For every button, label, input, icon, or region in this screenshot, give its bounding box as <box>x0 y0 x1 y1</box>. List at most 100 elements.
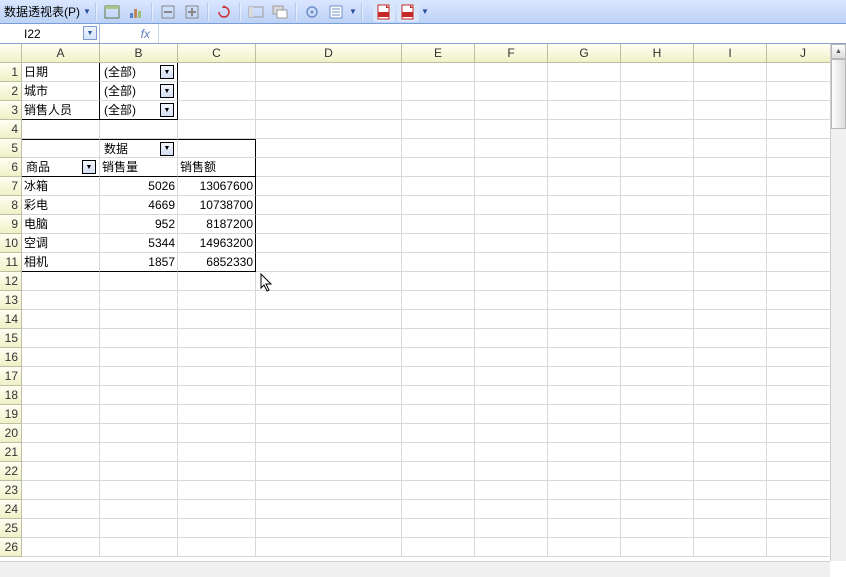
cell[interactable] <box>475 424 548 443</box>
cell[interactable] <box>475 234 548 253</box>
toolbar-overflow-1[interactable]: ▼ <box>348 2 358 22</box>
cell[interactable] <box>100 291 178 310</box>
export-pdf-icon[interactable] <box>373 2 395 22</box>
cell[interactable] <box>178 272 256 291</box>
cell[interactable] <box>178 386 256 405</box>
cell[interactable] <box>694 367 767 386</box>
cell[interactable] <box>256 120 402 139</box>
cell[interactable] <box>548 481 621 500</box>
cell[interactable] <box>475 291 548 310</box>
formula-input[interactable] <box>158 24 846 43</box>
col-header[interactable]: H <box>621 44 694 63</box>
cell[interactable] <box>402 120 475 139</box>
cell[interactable] <box>475 405 548 424</box>
col-header[interactable]: D <box>256 44 402 63</box>
cell[interactable] <box>694 348 767 367</box>
cell[interactable] <box>178 82 256 101</box>
cell[interactable] <box>694 82 767 101</box>
cell[interactable] <box>694 272 767 291</box>
cell[interactable] <box>548 253 621 272</box>
cell[interactable] <box>22 120 100 139</box>
cell[interactable] <box>402 386 475 405</box>
cell[interactable] <box>100 120 178 139</box>
cell[interactable] <box>621 481 694 500</box>
hide-detail-icon[interactable] <box>157 2 179 22</box>
cell[interactable] <box>548 538 621 557</box>
cell[interactable] <box>621 348 694 367</box>
cell[interactable] <box>256 538 402 557</box>
cell[interactable] <box>621 215 694 234</box>
cell[interactable] <box>22 405 100 424</box>
cell[interactable] <box>694 310 767 329</box>
cell[interactable] <box>621 272 694 291</box>
chart-wizard-icon[interactable] <box>125 2 147 22</box>
pivot-field-button[interactable]: 商品▼ <box>24 158 97 176</box>
cell[interactable] <box>548 215 621 234</box>
cell[interactable] <box>475 519 548 538</box>
cell[interactable]: 数据▼ <box>100 139 178 158</box>
cell[interactable]: 1857 <box>100 253 178 272</box>
cell[interactable] <box>475 443 548 462</box>
cell[interactable] <box>548 120 621 139</box>
pivot-field-button[interactable]: (全部)▼ <box>102 101 175 119</box>
cell[interactable] <box>100 367 178 386</box>
refresh-icon[interactable] <box>213 2 235 22</box>
dropdown-arrow-icon[interactable]: ▼ <box>160 103 174 117</box>
cell[interactable] <box>621 82 694 101</box>
cell[interactable] <box>256 139 402 158</box>
cell[interactable]: 4669 <box>100 196 178 215</box>
row-header[interactable]: 5 <box>0 139 22 158</box>
row-header[interactable]: 3 <box>0 101 22 120</box>
cell[interactable]: 冰箱 <box>22 177 100 196</box>
cell[interactable] <box>256 367 402 386</box>
cell[interactable] <box>256 158 402 177</box>
cell[interactable] <box>548 272 621 291</box>
cell[interactable] <box>694 120 767 139</box>
cell[interactable] <box>22 500 100 519</box>
cell[interactable] <box>100 538 178 557</box>
cell[interactable] <box>694 253 767 272</box>
cell[interactable] <box>402 348 475 367</box>
cell[interactable] <box>256 291 402 310</box>
cell[interactable]: (全部)▼ <box>100 82 178 101</box>
worksheet-grid[interactable]: A B C D E F G H I J 1日期(全部)▼2城市(全部)▼3销售人… <box>0 44 846 557</box>
cell[interactable] <box>22 139 100 158</box>
cell[interactable] <box>256 82 402 101</box>
cell[interactable] <box>475 272 548 291</box>
cell[interactable] <box>548 348 621 367</box>
cell[interactable] <box>402 82 475 101</box>
cell[interactable] <box>178 443 256 462</box>
fx-icon[interactable]: fx <box>100 24 158 43</box>
cell[interactable] <box>402 500 475 519</box>
cell[interactable] <box>256 386 402 405</box>
cell[interactable] <box>621 310 694 329</box>
cell[interactable] <box>178 367 256 386</box>
cell[interactable] <box>548 234 621 253</box>
vertical-scrollbar[interactable]: ▲ <box>830 44 846 561</box>
cell[interactable] <box>22 538 100 557</box>
cell[interactable] <box>178 291 256 310</box>
row-header[interactable]: 12 <box>0 272 22 291</box>
cell[interactable] <box>475 500 548 519</box>
cell[interactable] <box>256 101 402 120</box>
row-header[interactable]: 26 <box>0 538 22 557</box>
row-header[interactable]: 17 <box>0 367 22 386</box>
row-header[interactable]: 22 <box>0 462 22 481</box>
cell[interactable] <box>621 177 694 196</box>
col-header[interactable]: I <box>694 44 767 63</box>
cell[interactable] <box>694 101 767 120</box>
cell[interactable] <box>548 310 621 329</box>
cell[interactable] <box>694 196 767 215</box>
cell[interactable]: (全部)▼ <box>100 101 178 120</box>
cell[interactable]: 相机 <box>22 253 100 272</box>
cell[interactable] <box>548 63 621 82</box>
row-header[interactable]: 9 <box>0 215 22 234</box>
cell[interactable]: 销售人员 <box>22 101 100 120</box>
cell[interactable] <box>548 101 621 120</box>
row-header[interactable]: 25 <box>0 519 22 538</box>
dropdown-arrow-icon[interactable]: ▼ <box>160 142 174 156</box>
cell[interactable] <box>402 253 475 272</box>
cell[interactable] <box>621 101 694 120</box>
row-header[interactable]: 6 <box>0 158 22 177</box>
cell[interactable] <box>22 424 100 443</box>
